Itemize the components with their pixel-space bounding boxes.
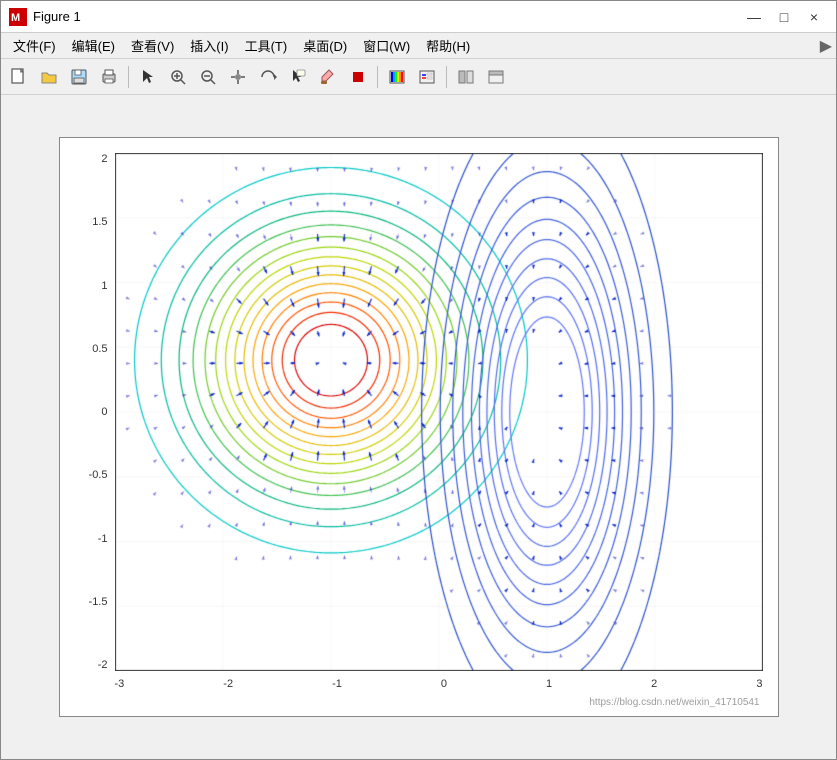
select-button[interactable] — [134, 63, 162, 91]
y-label-1: 1 — [101, 280, 107, 292]
separator-2 — [377, 66, 378, 88]
maximize-button[interactable]: □ — [770, 6, 798, 28]
legend-button[interactable] — [413, 63, 441, 91]
toolbar — [1, 59, 836, 95]
brush-button[interactable] — [314, 63, 342, 91]
menu-arrow: ▶ — [820, 36, 832, 56]
print-button[interactable] — [95, 63, 123, 91]
color-button[interactable] — [344, 63, 372, 91]
x-label-neg3: -3 — [115, 678, 125, 690]
y-label-0: 0 — [101, 406, 107, 418]
pan-button[interactable] — [224, 63, 252, 91]
x-label-2: 2 — [651, 678, 657, 690]
menu-view[interactable]: 查看(V) — [123, 35, 182, 57]
y-label-neg1: -1 — [98, 533, 108, 545]
title-bar: M Figure 1 — □ × — [1, 1, 836, 33]
app-icon: M — [9, 8, 27, 26]
menu-window[interactable]: 窗口(W) — [355, 35, 418, 57]
menu-help[interactable]: 帮助(H) — [418, 35, 478, 57]
hide-tools-button[interactable] — [452, 63, 480, 91]
open-button[interactable] — [35, 63, 63, 91]
zoom-in-button[interactable] — [164, 63, 192, 91]
svg-text:M: M — [11, 12, 20, 24]
plot-area: 2 1.5 1 0.5 0 -0.5 -1 -1.5 -2 -3 -2 -1 0… — [1, 95, 836, 759]
separator-1 — [128, 66, 129, 88]
menu-edit[interactable]: 编辑(E) — [64, 35, 123, 57]
menu-file[interactable]: 文件(F) — [5, 35, 64, 57]
window-controls: — □ × — [740, 6, 828, 28]
x-label-1: 1 — [546, 678, 552, 690]
datacursor-button[interactable] — [284, 63, 312, 91]
menu-tools[interactable]: 工具(T) — [237, 35, 296, 57]
y-label-1-5: 1.5 — [92, 216, 107, 228]
dock-button[interactable] — [482, 63, 510, 91]
minimize-button[interactable]: — — [740, 6, 768, 28]
close-button[interactable]: × — [800, 6, 828, 28]
y-label-2: 2 — [101, 153, 107, 165]
y-label-neg0-5: -0.5 — [89, 469, 108, 481]
zoom-out-button[interactable] — [194, 63, 222, 91]
main-window: M Figure 1 — □ × 文件(F) 编辑(E) 查看(V) 插入(I)… — [0, 0, 837, 760]
axes-canvas-area — [115, 153, 763, 671]
menu-insert[interactable]: 插入(I) — [182, 35, 236, 57]
figure-container: 2 1.5 1 0.5 0 -0.5 -1 -1.5 -2 -3 -2 -1 0… — [59, 137, 779, 717]
y-axis-labels: 2 1.5 1 0.5 0 -0.5 -1 -1.5 -2 — [60, 153, 112, 671]
new-button[interactable] — [5, 63, 33, 91]
y-label-neg1-5: -1.5 — [89, 596, 108, 608]
x-label-3: 3 — [756, 678, 762, 690]
x-label-neg2: -2 — [223, 678, 233, 690]
menu-desktop[interactable]: 桌面(D) — [295, 35, 355, 57]
y-label-0-5: 0.5 — [92, 343, 107, 355]
x-label-0: 0 — [441, 678, 447, 690]
watermark: https://blog.csdn.net/weixin_41710541 — [589, 697, 759, 708]
save-button[interactable] — [65, 63, 93, 91]
y-label-neg2: -2 — [98, 659, 108, 671]
rotate-button[interactable] — [254, 63, 282, 91]
separator-3 — [446, 66, 447, 88]
plot-canvas — [115, 153, 763, 671]
x-label-neg1: -1 — [332, 678, 342, 690]
colorbar-button[interactable] — [383, 63, 411, 91]
window-title: Figure 1 — [33, 9, 740, 24]
menu-bar: 文件(F) 编辑(E) 查看(V) 插入(I) 工具(T) 桌面(D) 窗口(W… — [1, 33, 836, 59]
